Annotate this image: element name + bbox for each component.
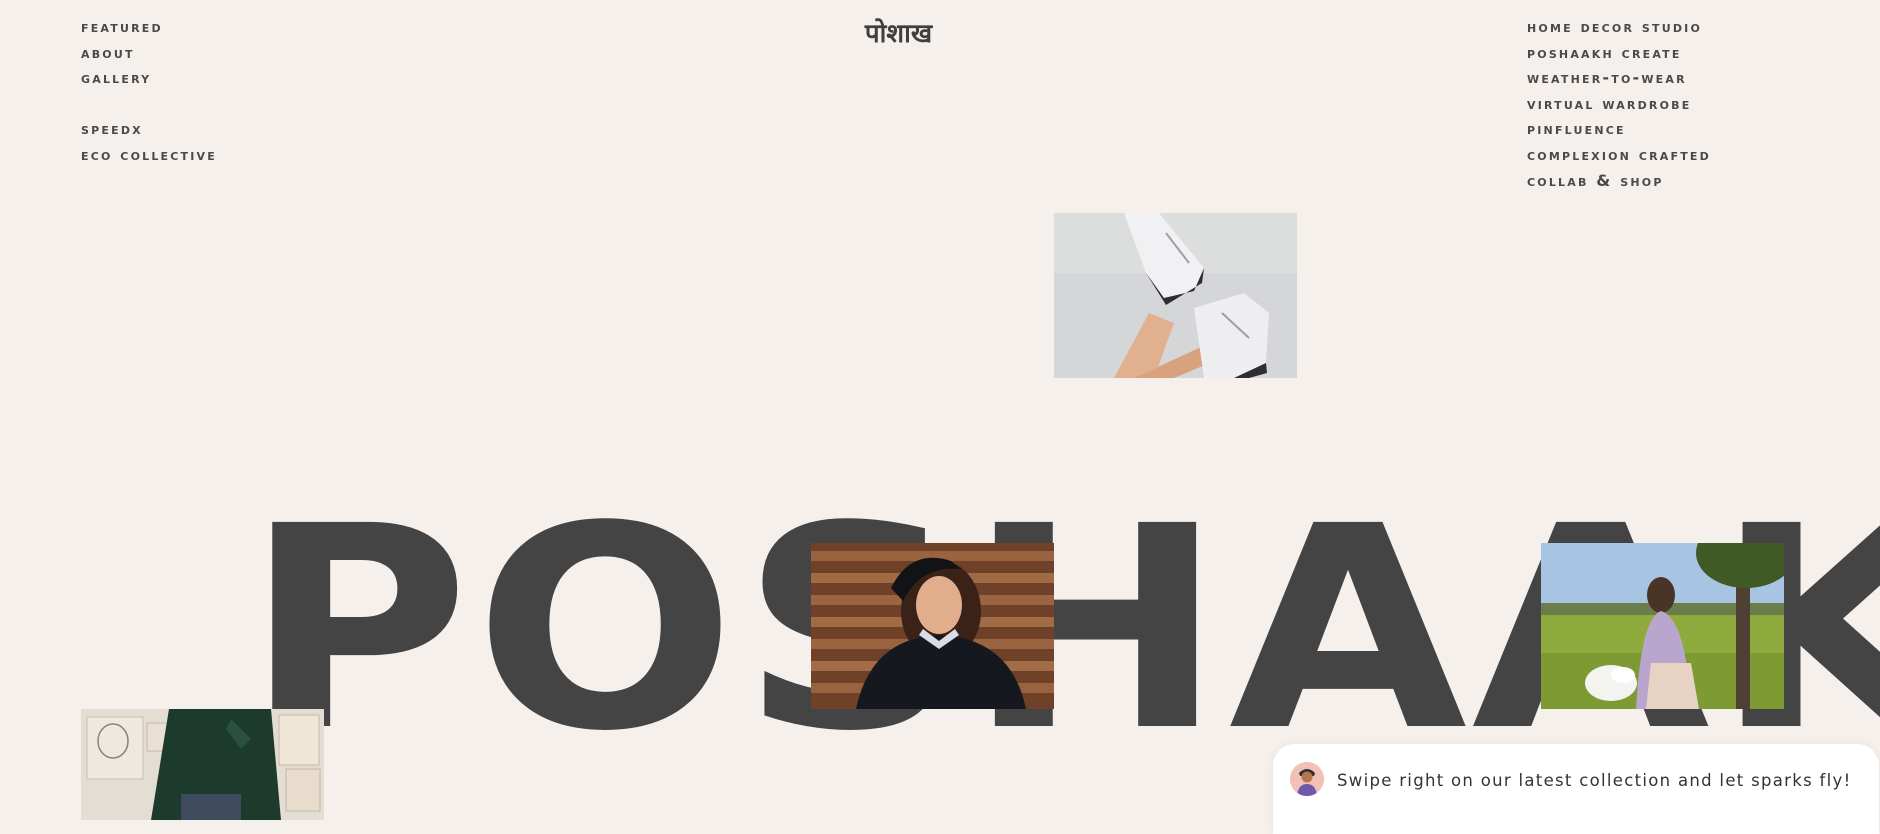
chat-message: Swipe right on our latest collection and… — [1337, 771, 1852, 790]
smiling-woman-photo — [811, 543, 1054, 709]
nav-link-speedx[interactable]: SpeedX — [81, 116, 217, 142]
chat-popup[interactable]: Swipe right on our latest collection and… — [1273, 744, 1879, 834]
user-avatar-icon — [1290, 762, 1324, 796]
green-shirt-illustration — [81, 709, 324, 820]
sneakers-photo — [1054, 213, 1297, 378]
nav-link-collab-and-shop[interactable]: Collab & Shop — [1527, 168, 1711, 194]
nav-link-poshaakh-create[interactable]: Poshaakh Create — [1527, 40, 1711, 66]
sneakers-illustration — [1054, 213, 1297, 378]
avatar-illustration — [1290, 762, 1324, 796]
green-shirt-photo — [81, 709, 324, 820]
nav-link-home-decor-studio[interactable]: Home Decor Studio — [1527, 14, 1711, 40]
nav-list-right: Home Decor Studio Poshaakh Create Weathe… — [1527, 14, 1711, 193]
nav-link-gallery[interactable]: Gallery — [81, 65, 217, 91]
nav-spacer — [81, 91, 217, 117]
nav-link-eco-collective[interactable]: Eco Collective — [81, 142, 217, 168]
smiling-woman-illustration — [811, 543, 1054, 709]
field-woman-illustration — [1541, 543, 1784, 709]
nav-link-virtual-wardrobe[interactable]: Virtual Wardrobe — [1527, 91, 1711, 117]
nav-link-complexion-crafted[interactable]: Complexion Crafted — [1527, 142, 1711, 168]
nav-link-weather-to-wear[interactable]: Weather-to-Wear — [1527, 65, 1711, 91]
field-woman-photo — [1541, 543, 1784, 709]
nav-link-pinfluence[interactable]: Pinfluence — [1527, 116, 1711, 142]
